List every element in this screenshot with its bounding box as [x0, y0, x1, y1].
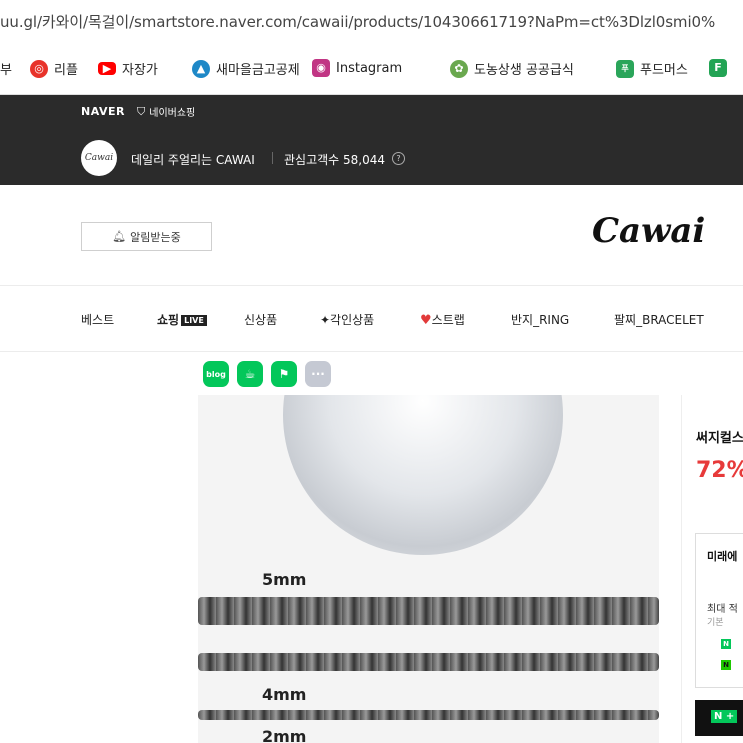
benefit-subtitle: 최대 적	[707, 604, 738, 615]
chain-4mm	[198, 653, 659, 671]
product-image[interactable]: 5mm 4mm 2mm	[198, 395, 659, 743]
live-badge: LIVE	[181, 315, 207, 326]
bookmark-label: 부	[0, 63, 12, 78]
bookmark-item[interactable]: ▲ 새마을금고공제	[192, 59, 300, 78]
naver-logo[interactable]: NAVER	[81, 105, 125, 118]
heart-icon: ♥	[420, 313, 432, 328]
repl-icon: ◎	[30, 59, 48, 78]
bookmark-label: 리플	[54, 63, 78, 78]
nav-label: 쇼핑	[157, 313, 180, 327]
bookmark-item[interactable]: F	[709, 59, 733, 77]
chain-5mm	[198, 597, 659, 625]
notification-button-label: 알림받는중	[130, 230, 181, 244]
nav-best[interactable]: 베스트	[81, 311, 114, 328]
bookmark-label: 새마을금고공제	[216, 63, 300, 78]
npay-icon: N	[721, 639, 731, 649]
naver-shopping-link[interactable]: ⛉ 네이버쇼핑	[137, 104, 196, 120]
bookmark-item[interactable]: ✿ 도농상생 공공급식	[450, 59, 574, 78]
nav-ring[interactable]: 반지_RING	[511, 311, 569, 328]
product-title: 써지컬스	[696, 431, 743, 446]
gov-icon: ✿	[450, 59, 468, 78]
bookmark-label: 자장가	[122, 63, 158, 78]
crystal-image	[283, 395, 563, 555]
brand-logo[interactable]: Cawai	[592, 211, 705, 251]
discount-rate: 72%	[696, 458, 743, 483]
bell-icon: 🔔︎	[112, 230, 127, 243]
youtube-icon: ▶	[98, 62, 116, 75]
bookmark-item[interactable]: ◉ Instagram	[312, 59, 402, 77]
help-icon[interactable]: ?	[392, 152, 405, 165]
naver-shopping-label: 네이버쇼핑	[149, 108, 196, 119]
divider	[0, 351, 743, 352]
chain-2mm	[198, 710, 659, 720]
nav-new[interactable]: 신상품	[244, 311, 277, 328]
size-label: 2mm	[262, 727, 307, 743]
bookmark-item[interactable]: 푸 푸드머스	[616, 59, 688, 78]
nav-bracelet[interactable]: 팔찌_BRACELET	[614, 311, 704, 328]
nav-engraving[interactable]: ✦각인상품	[320, 311, 374, 328]
instagram-icon: ◉	[312, 59, 330, 77]
followers-count: 관심고객수 58,044	[284, 153, 386, 167]
divider	[0, 285, 743, 286]
npay-plus-icon: N	[721, 660, 731, 670]
divider	[272, 152, 273, 164]
divider	[681, 395, 682, 743]
shopping-bag-icon: ⛉	[137, 104, 146, 118]
nav-strap[interactable]: ♥스트랩	[420, 311, 465, 328]
bookmark-item[interactable]: 부	[0, 59, 12, 78]
address-bar[interactable]: uu.gl/카와이/목걸이/smartstore.naver.com/cawai…	[0, 0, 743, 45]
bookmark-label: Instagram	[336, 60, 403, 76]
cafe-icon[interactable]: ☕︎	[237, 361, 263, 387]
bookmark-label: 도농상생 공공급식	[474, 63, 574, 78]
npay-plus-bar[interactable]: N +	[695, 700, 743, 736]
bookmarks-bar: 부 ◎ 리플 ▶ 자장가 ▲ 새마을금고공제 ◉ Instagram ✿ 도농상…	[0, 44, 743, 95]
nav-label: 스트랩	[431, 313, 465, 327]
bookmark-item[interactable]: ▶ 자장가	[98, 59, 158, 78]
f-icon: F	[709, 59, 727, 77]
store-name[interactable]: 데일리 주얼리는 CAWAI	[131, 151, 255, 168]
url-text: uu.gl/카와이/목걸이/smartstore.naver.com/cawai…	[0, 13, 716, 31]
size-label: 4mm	[262, 685, 307, 704]
store-logo[interactable]: Cawai	[81, 140, 117, 176]
foodmerce-icon: 푸	[616, 59, 634, 78]
store-header: NAVER ⛉ 네이버쇼핑 Cawai 데일리 주얼리는 CAWAI 관심고객수…	[0, 95, 743, 185]
mg-icon: ▲	[192, 59, 210, 78]
more-icon[interactable]: ···	[305, 361, 331, 387]
benefit-title: 미래에	[707, 550, 738, 563]
bookmark-item[interactable]: ◎ 리플	[30, 59, 78, 78]
share-bar: blog ☕︎ ⚑ ···	[203, 361, 331, 387]
benefit-box: 미래에 최대 적 기본 N N	[695, 533, 743, 688]
blog-icon[interactable]: blog	[203, 361, 229, 387]
nav-shopping-live[interactable]: 쇼핑 LIVE	[157, 311, 207, 328]
size-label: 5mm	[262, 570, 307, 589]
notification-button[interactable]: 🔔︎ 알림받는중	[81, 222, 212, 251]
bookmark-icon[interactable]: ⚑	[271, 361, 297, 387]
bookmark-label: 푸드머스	[640, 63, 688, 78]
benefit-detail: 기본	[707, 618, 724, 628]
npay-plus-label: N +	[711, 710, 738, 723]
